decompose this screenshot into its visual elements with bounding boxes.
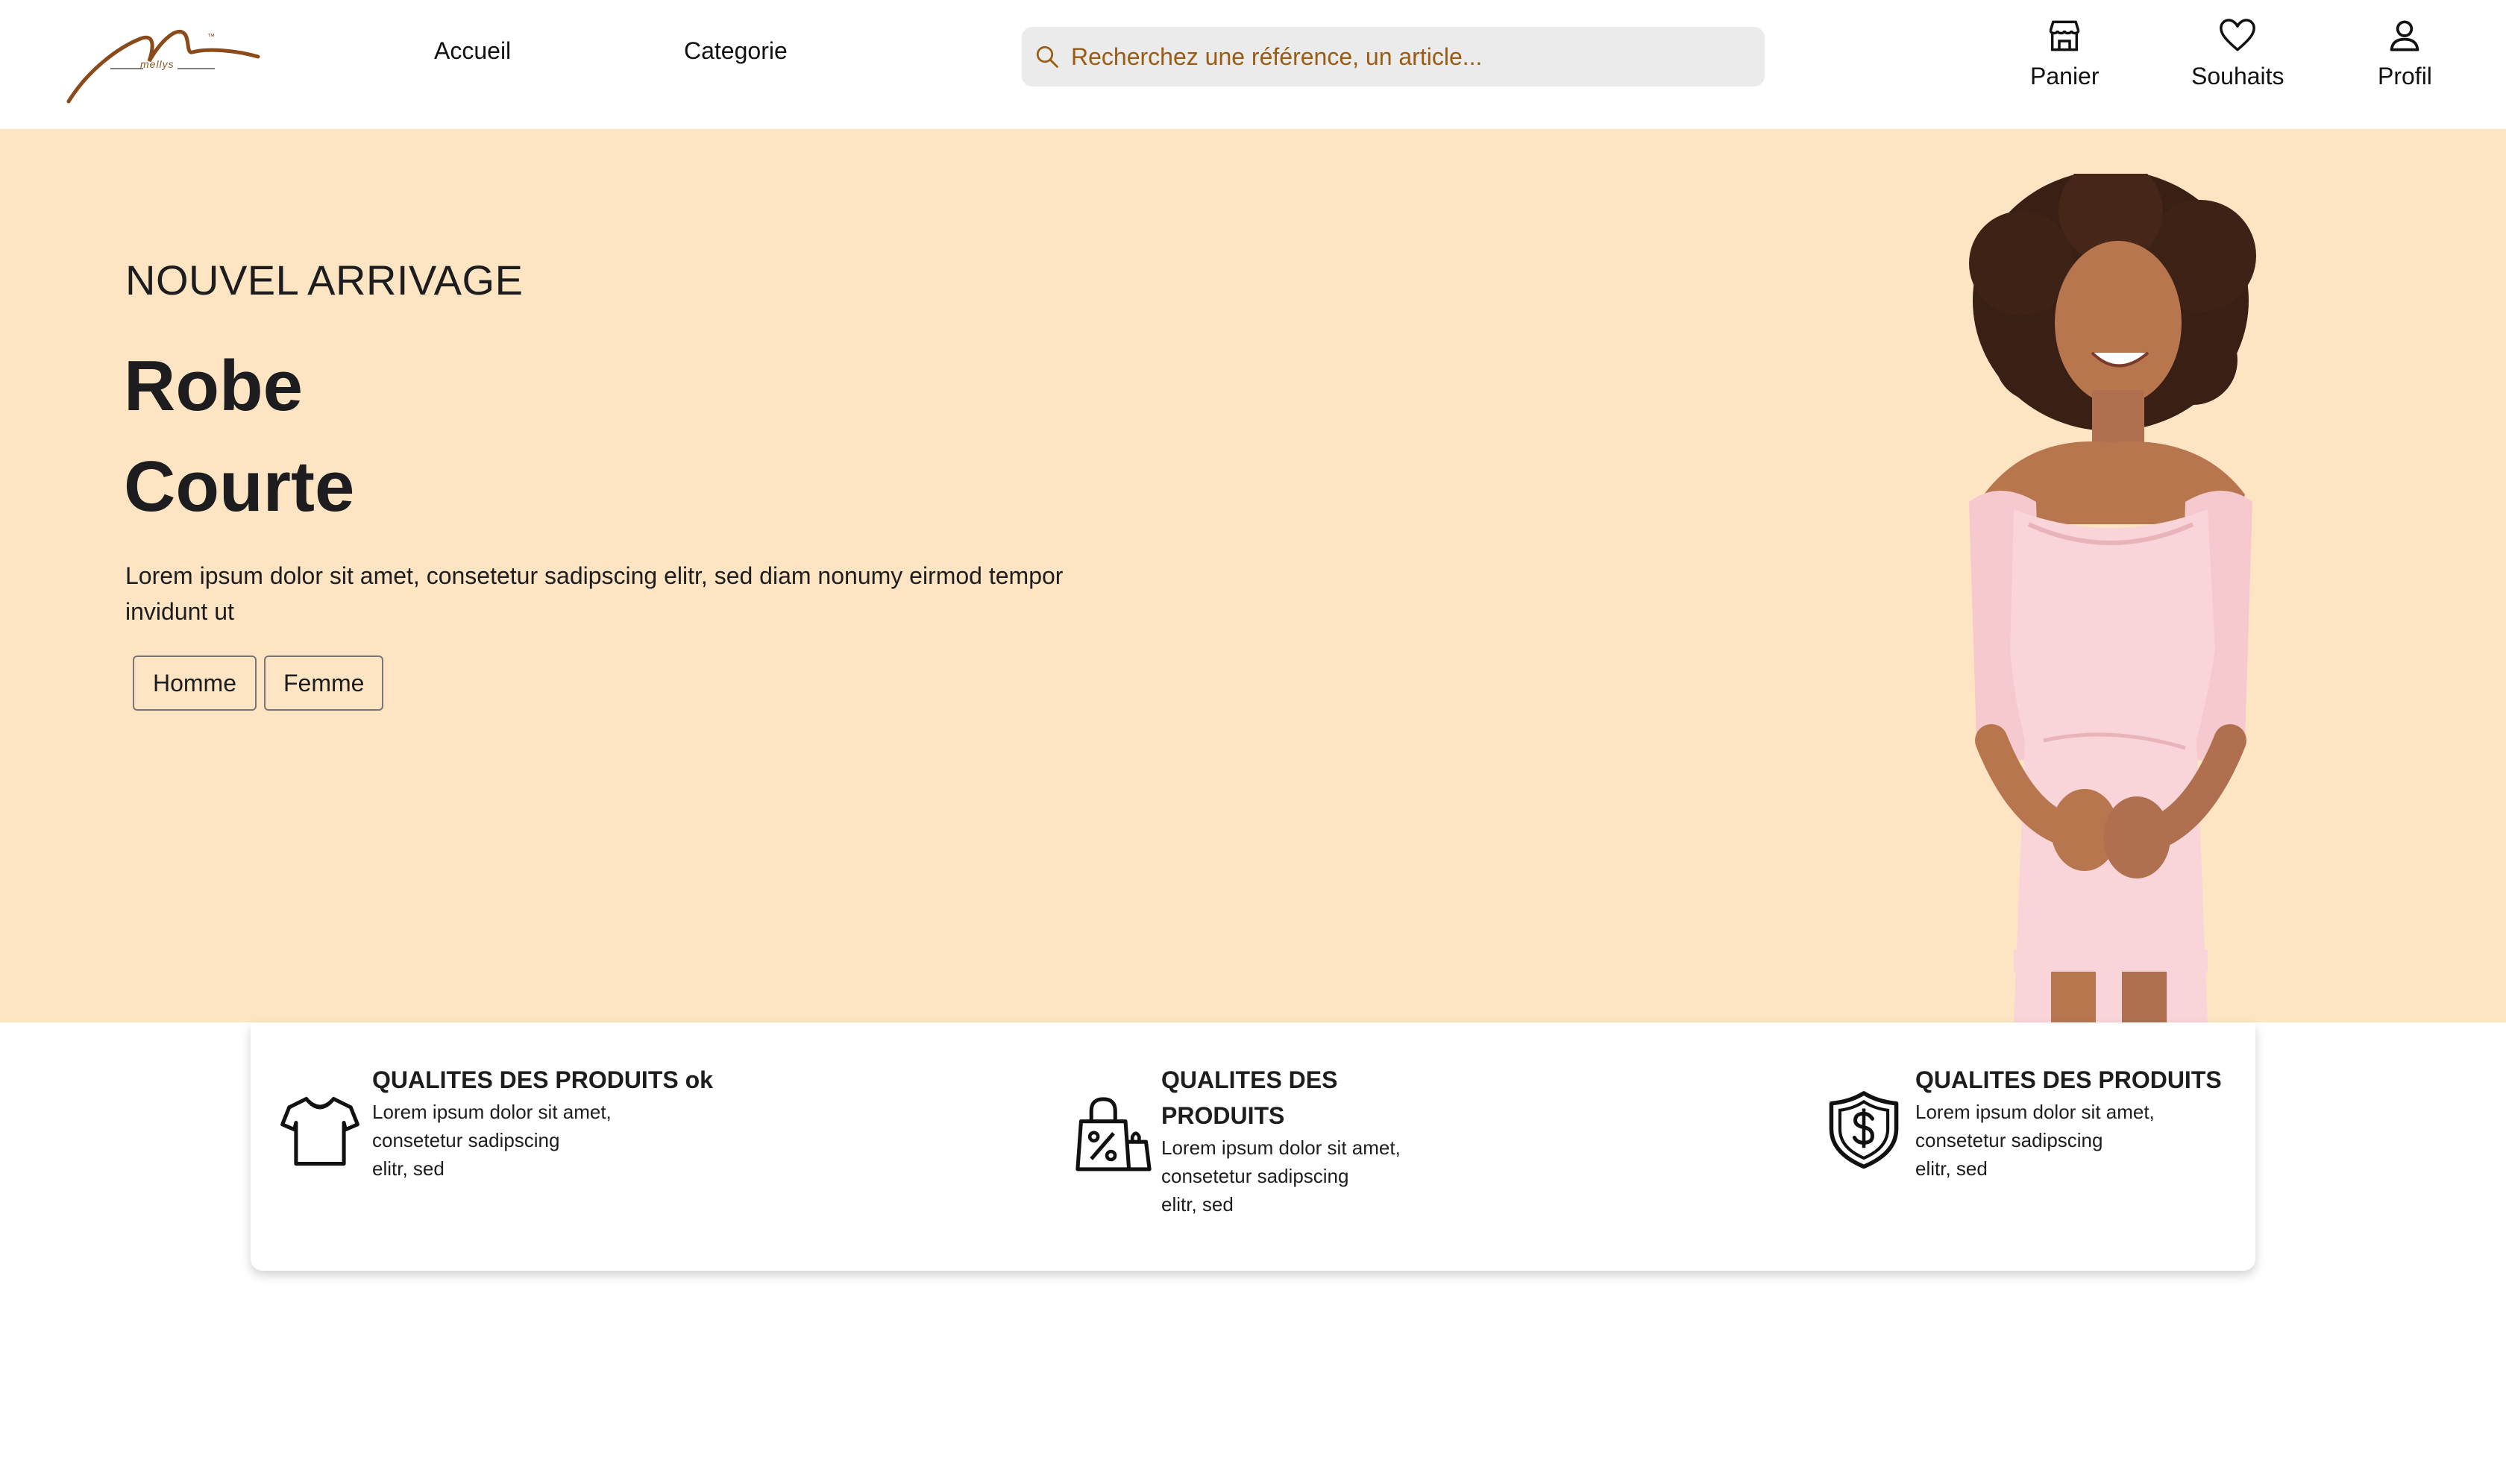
feature-title: QUALITES DES PRODUITS [1915, 1066, 2222, 1093]
header-wishlist-label: Souhaits [2191, 63, 2284, 89]
search-bar [1022, 27, 1765, 87]
store-icon [2049, 20, 2080, 51]
hero-title-line-1: Robe [124, 346, 303, 426]
shopping-bag-percent-icon [1075, 1097, 1152, 1172]
hero-kicker: NOUVEL ARRIVAGE [125, 257, 524, 304]
search-input[interactable] [1070, 42, 1744, 72]
nav-categorie[interactable]: Categorie [684, 37, 788, 65]
user-icon [2390, 20, 2419, 51]
search-icon [1036, 45, 1058, 68]
feature-text: Lorem ipsum dolor sit amet, consetetur s… [1915, 1101, 2155, 1180]
hero-banner: NOUVEL ARRIVAGE Robe Courte Lorem ipsum … [0, 129, 2506, 1022]
brand-logo[interactable]: ™ mellys [66, 18, 267, 107]
feature-title: QUALITES DES PRODUITS [1161, 1066, 1338, 1129]
feature-title: QUALITES DES PRODUITS ok [372, 1066, 713, 1093]
hero-model-image [1969, 174, 2256, 1022]
svg-text:™: ™ [207, 33, 215, 41]
homme-button[interactable]: Homme [133, 655, 257, 711]
header-cart-button[interactable]: Panier [2030, 15, 2100, 90]
features-card: QUALITES DES PRODUITS ok Lorem ipsum dol… [251, 1023, 2255, 1271]
femme-button[interactable]: Femme [264, 655, 383, 711]
nav-accueil[interactable]: Accueil [434, 37, 511, 65]
heart-icon [2220, 19, 2256, 51]
tshirt-icon [280, 1096, 359, 1166]
hero-title-line-2: Courte [124, 447, 355, 526]
site-header: ™ mellys Accueil Categorie Panier Souhai… [0, 0, 2506, 129]
shield-dollar-icon [1829, 1091, 1899, 1169]
hero-description: Lorem ipsum dolor sit amet, consetetur s… [125, 562, 1064, 625]
header-wishlist-button[interactable]: Souhaits [2191, 15, 2284, 90]
feature-text: Lorem ipsum dolor sit amet, consetetur s… [372, 1101, 612, 1180]
feature-text: Lorem ipsum dolor sit amet, consetetur s… [1161, 1136, 1401, 1216]
header-cart-label: Panier [2030, 63, 2100, 89]
header-profile-label: Profil [2378, 63, 2432, 89]
brand-logo-text: mellys [140, 58, 175, 70]
header-profile-button[interactable]: Profil [2378, 15, 2432, 90]
